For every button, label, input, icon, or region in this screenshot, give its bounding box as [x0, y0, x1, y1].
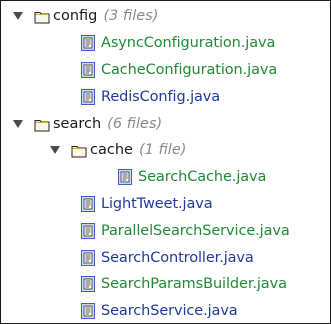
file-row[interactable]: SearchParamsBuilder.java [1, 271, 330, 298]
folder-name: config [53, 8, 98, 25]
file-tree: config (3 files) AsyncConfiguration.java… [1, 3, 330, 323]
file-row[interactable]: SearchCache.java [1, 164, 330, 191]
file-name: SearchService.java [101, 303, 238, 320]
java-file-icon [81, 196, 95, 212]
folder-name: search [53, 115, 102, 132]
file-name: ParallelSearchService.java [101, 222, 290, 239]
java-file-icon [81, 223, 95, 239]
java-file-icon [81, 250, 95, 266]
folder-icon [71, 143, 87, 157]
folder-icon [34, 117, 50, 131]
folder-name: cache [90, 142, 133, 159]
java-file-icon [81, 62, 95, 78]
file-name: AsyncConfiguration.java [101, 35, 276, 52]
java-file-icon [81, 89, 95, 105]
file-name: SearchParamsBuilder.java [101, 276, 287, 293]
file-count: (3 files) [103, 8, 159, 25]
file-row[interactable]: ParallelSearchService.java [1, 217, 330, 244]
java-file-icon [118, 169, 132, 185]
file-count: (1 file) [138, 142, 187, 159]
folder-row-config[interactable]: config (3 files) [1, 3, 330, 30]
java-file-icon [81, 276, 95, 292]
file-name: RedisConfig.java [101, 88, 221, 105]
file-row[interactable]: SearchController.java [1, 244, 330, 271]
file-row[interactable]: SearchService.java [1, 298, 330, 323]
file-row[interactable]: RedisConfig.java [1, 83, 330, 110]
triangle-down-icon[interactable] [11, 9, 25, 23]
java-file-icon [81, 303, 95, 319]
file-name: LightTweet.java [101, 195, 213, 212]
file-count: (6 files) [107, 115, 163, 132]
project-tree-panel: config (3 files) AsyncConfiguration.java… [0, 0, 331, 324]
folder-row-search[interactable]: search (6 files) [1, 110, 330, 137]
file-row[interactable]: CacheConfiguration.java [1, 57, 330, 84]
folder-icon [34, 9, 50, 23]
triangle-down-icon[interactable] [48, 143, 62, 157]
file-row[interactable]: LightTweet.java [1, 191, 330, 218]
folder-row-cache[interactable]: cache (1 file) [1, 137, 330, 164]
file-name: SearchController.java [101, 249, 254, 266]
file-row[interactable]: AsyncConfiguration.java [1, 30, 330, 57]
triangle-down-icon[interactable] [11, 117, 25, 131]
file-name: SearchCache.java [138, 169, 267, 186]
java-file-icon [81, 35, 95, 51]
file-name: CacheConfiguration.java [101, 61, 278, 78]
